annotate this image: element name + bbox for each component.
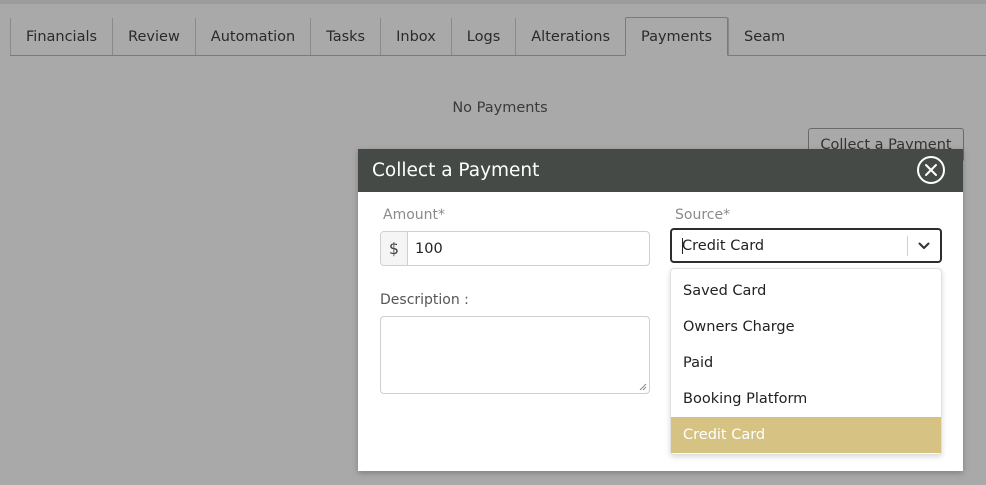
tab-seam[interactable]: Seam <box>728 18 800 55</box>
close-icon[interactable] <box>917 156 945 184</box>
amount-input-group: $ 100 <box>380 231 650 266</box>
tab-logs[interactable]: Logs <box>450 18 515 55</box>
source-dropdown-menu: Saved Card Owners Charge Paid Booking Pl… <box>670 268 942 455</box>
no-payments-text: No Payments <box>452 100 548 116</box>
page: Financials Review Automation Tasks Inbox… <box>0 0 986 485</box>
description-textarea[interactable] <box>380 316 650 394</box>
modal-header: Collect a Payment <box>358 149 963 192</box>
description-label: Description : <box>380 292 469 308</box>
resize-handle-icon[interactable] <box>639 383 647 391</box>
tab-bar: Financials Review Automation Tasks Inbox… <box>10 17 986 56</box>
option-saved-card[interactable]: Saved Card <box>671 273 941 309</box>
option-credit-card[interactable]: Credit Card <box>671 417 941 453</box>
tab-tasks[interactable]: Tasks <box>310 18 380 55</box>
source-selected-value: Credit Card <box>682 237 765 254</box>
amount-label: Amount* <box>383 207 446 223</box>
modal-title: Collect a Payment <box>372 160 540 181</box>
option-owners-charge[interactable]: Owners Charge <box>671 309 941 345</box>
option-paid[interactable]: Paid <box>671 345 941 381</box>
tab-payments[interactable]: Payments <box>625 17 729 56</box>
tab-review[interactable]: Review <box>112 18 195 55</box>
chevron-down-icon[interactable] <box>908 242 940 250</box>
option-booking-platform[interactable]: Booking Platform <box>671 381 941 417</box>
amount-input[interactable]: 100 <box>408 232 649 265</box>
tab-financials[interactable]: Financials <box>10 18 112 55</box>
tab-inbox[interactable]: Inbox <box>380 18 451 55</box>
collect-payment-modal: Collect a Payment Amount* $ 100 Descript… <box>358 149 963 471</box>
source-select[interactable]: Credit Card <box>670 228 942 263</box>
tab-alterations[interactable]: Alterations <box>515 18 625 55</box>
tab-automation[interactable]: Automation <box>194 18 310 55</box>
currency-prefix: $ <box>381 232 408 265</box>
text-cursor <box>682 238 683 254</box>
source-label: Source* <box>675 207 731 223</box>
top-strip <box>0 0 986 4</box>
